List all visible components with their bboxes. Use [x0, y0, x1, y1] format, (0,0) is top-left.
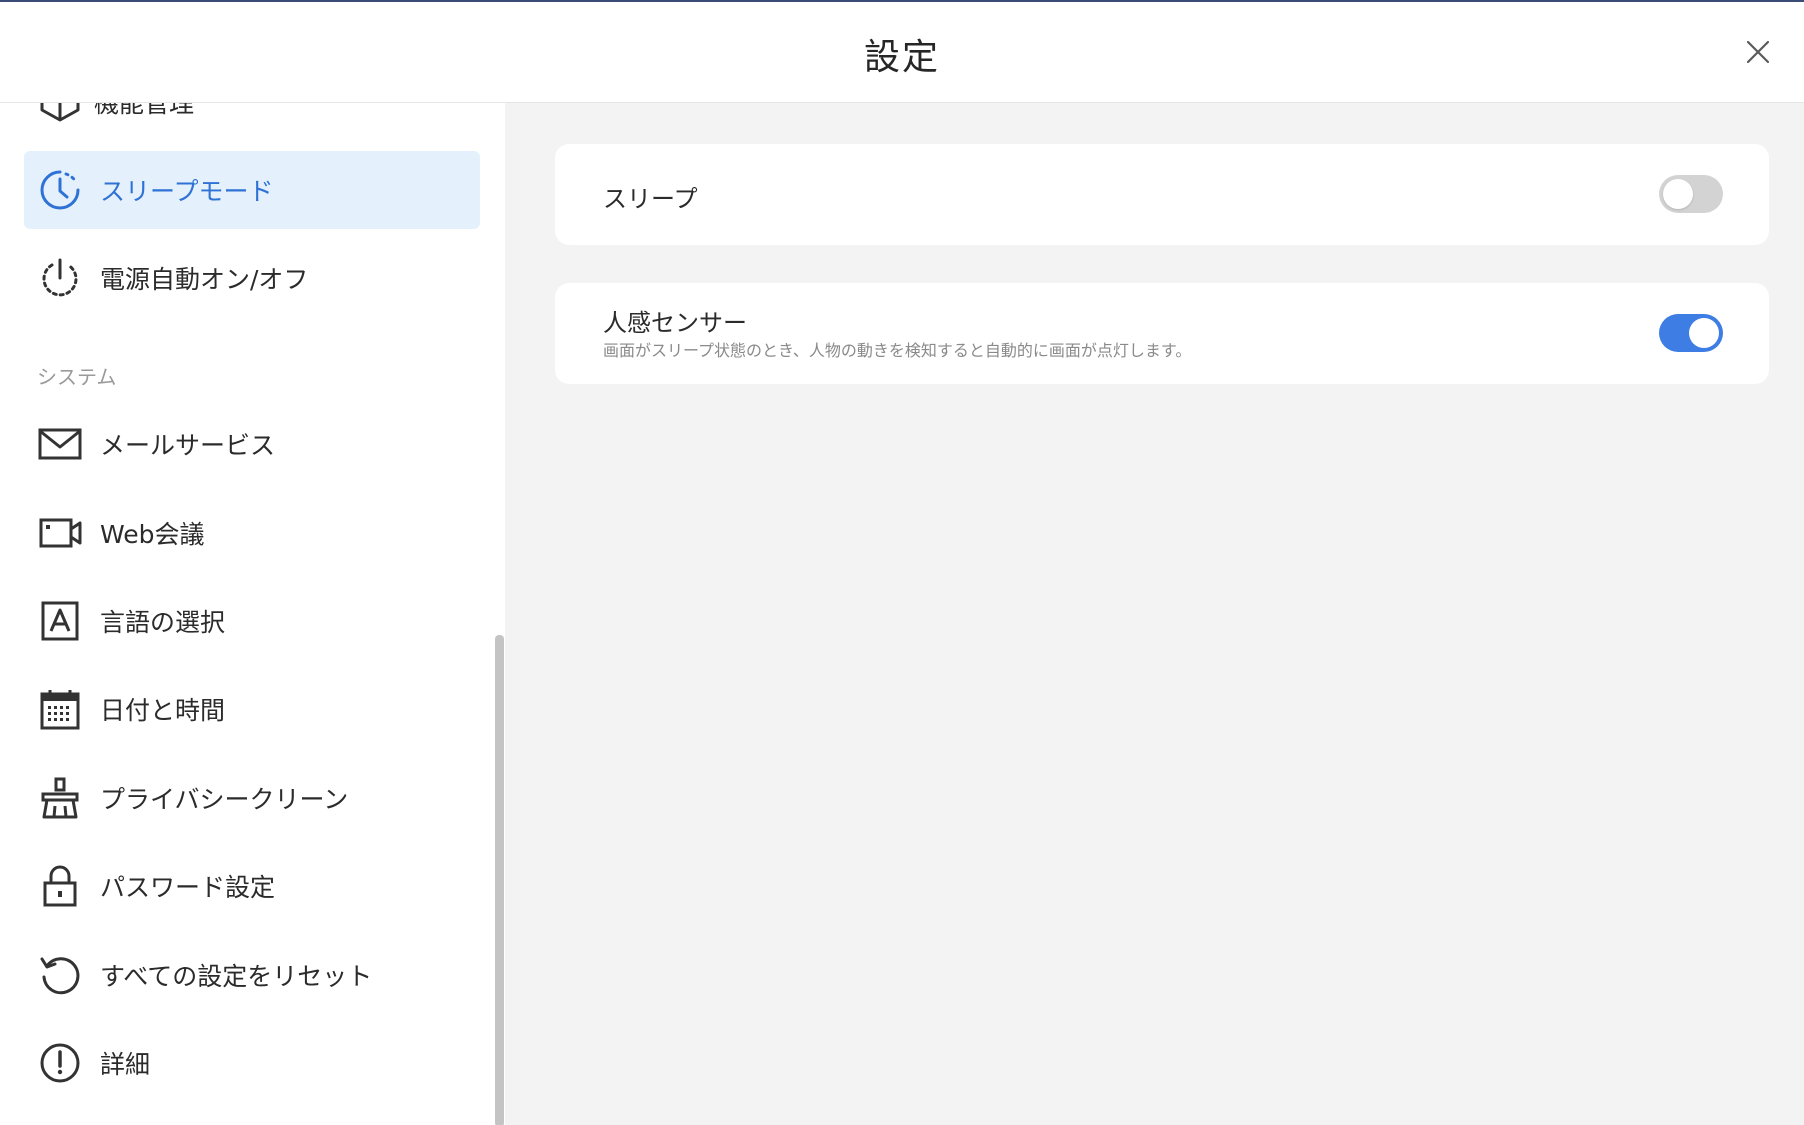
language-icon [41, 601, 79, 641]
sleep-clock-icon [40, 170, 80, 210]
toggle-knob [1663, 179, 1693, 209]
sidebar-item-language[interactable]: 言語の選択 [24, 582, 480, 660]
sidebar-item-label: 詳細 [100, 1050, 151, 1079]
sidebar-item-power-schedule[interactable]: 電源自動オン/オフ [24, 239, 480, 317]
sidebar-item-label: プライバシークリーン [100, 785, 349, 814]
setting-card-sleep: スリープ [555, 144, 1769, 245]
reset-icon [40, 957, 80, 995]
sidebar-scrollbar[interactable] [495, 635, 504, 1125]
info-icon [40, 1043, 80, 1083]
sidebar-item-password[interactable]: パスワード設定 [24, 847, 480, 925]
sidebar: 機能管理 スリープモード 電源自動オン/オフ システム メールサービス Web会… [0, 103, 505, 1125]
sidebar-item-date-time[interactable]: 日付と時間 [24, 670, 480, 748]
sidebar-item-label: 言語の選択 [100, 608, 226, 637]
page-title: 設定 [863, 37, 940, 78]
setting-description: 画面がスリープ状態のとき、人物の動きを検知すると自動的に画面が点灯します。 [603, 341, 1192, 360]
lock-icon [43, 865, 77, 907]
sidebar-item-label: 電源自動オン/オフ [100, 265, 309, 294]
sidebar-item-label: スリープモード [100, 177, 274, 206]
setting-title: 人感センサー [603, 309, 747, 337]
sidebar-item-web-meeting[interactable]: Web会議 [24, 494, 480, 572]
sidebar-item-reset-all[interactable]: すべての設定をリセット [24, 936, 480, 1014]
feature-icon [40, 103, 80, 122]
video-camera-icon [39, 518, 82, 548]
sidebar-item-label: メールサービス [100, 431, 276, 460]
power-icon [42, 258, 78, 297]
close-icon[interactable] [1738, 32, 1778, 72]
sidebar-item-privacy-clean[interactable]: プライバシークリーン [24, 759, 480, 837]
sleep-toggle[interactable] [1659, 175, 1723, 213]
calendar-icon [40, 690, 80, 730]
sidebar-item-mail-service[interactable]: メールサービス [24, 405, 480, 483]
header: 設定 [0, 2, 1804, 103]
toggle-knob [1689, 318, 1719, 348]
settings-content: スリープ 人感センサー 画面がスリープ状態のとき、人物の動きを検知すると自動的に… [505, 103, 1804, 1125]
section-label-system: システム [37, 365, 117, 389]
sidebar-item-feature-management[interactable]: 機能管理 [38, 103, 194, 127]
sidebar-item-sleep-mode[interactable]: スリープモード [24, 151, 480, 229]
sidebar-item-label: パスワード設定 [100, 873, 276, 902]
settings-window: 設定 機能管理 スリープモード 電源自動オン/オフ システム メールサービス W… [0, 0, 1804, 1125]
sidebar-item-details[interactable]: 詳細 [24, 1024, 480, 1102]
sidebar-item-label: すべての設定をリセット [100, 962, 373, 991]
sidebar-item-label: Web会議 [100, 520, 205, 549]
setting-title: スリープ [603, 185, 698, 213]
motion-sensor-toggle[interactable] [1659, 314, 1723, 352]
sidebar-item-label: 機能管理 [94, 103, 195, 118]
mail-icon [38, 428, 82, 460]
setting-card-motion-sensor: 人感センサー 画面がスリープ状態のとき、人物の動きを検知すると自動的に画面が点灯… [555, 283, 1769, 384]
broom-icon [41, 777, 79, 819]
sidebar-item-label: 日付と時間 [100, 696, 226, 725]
